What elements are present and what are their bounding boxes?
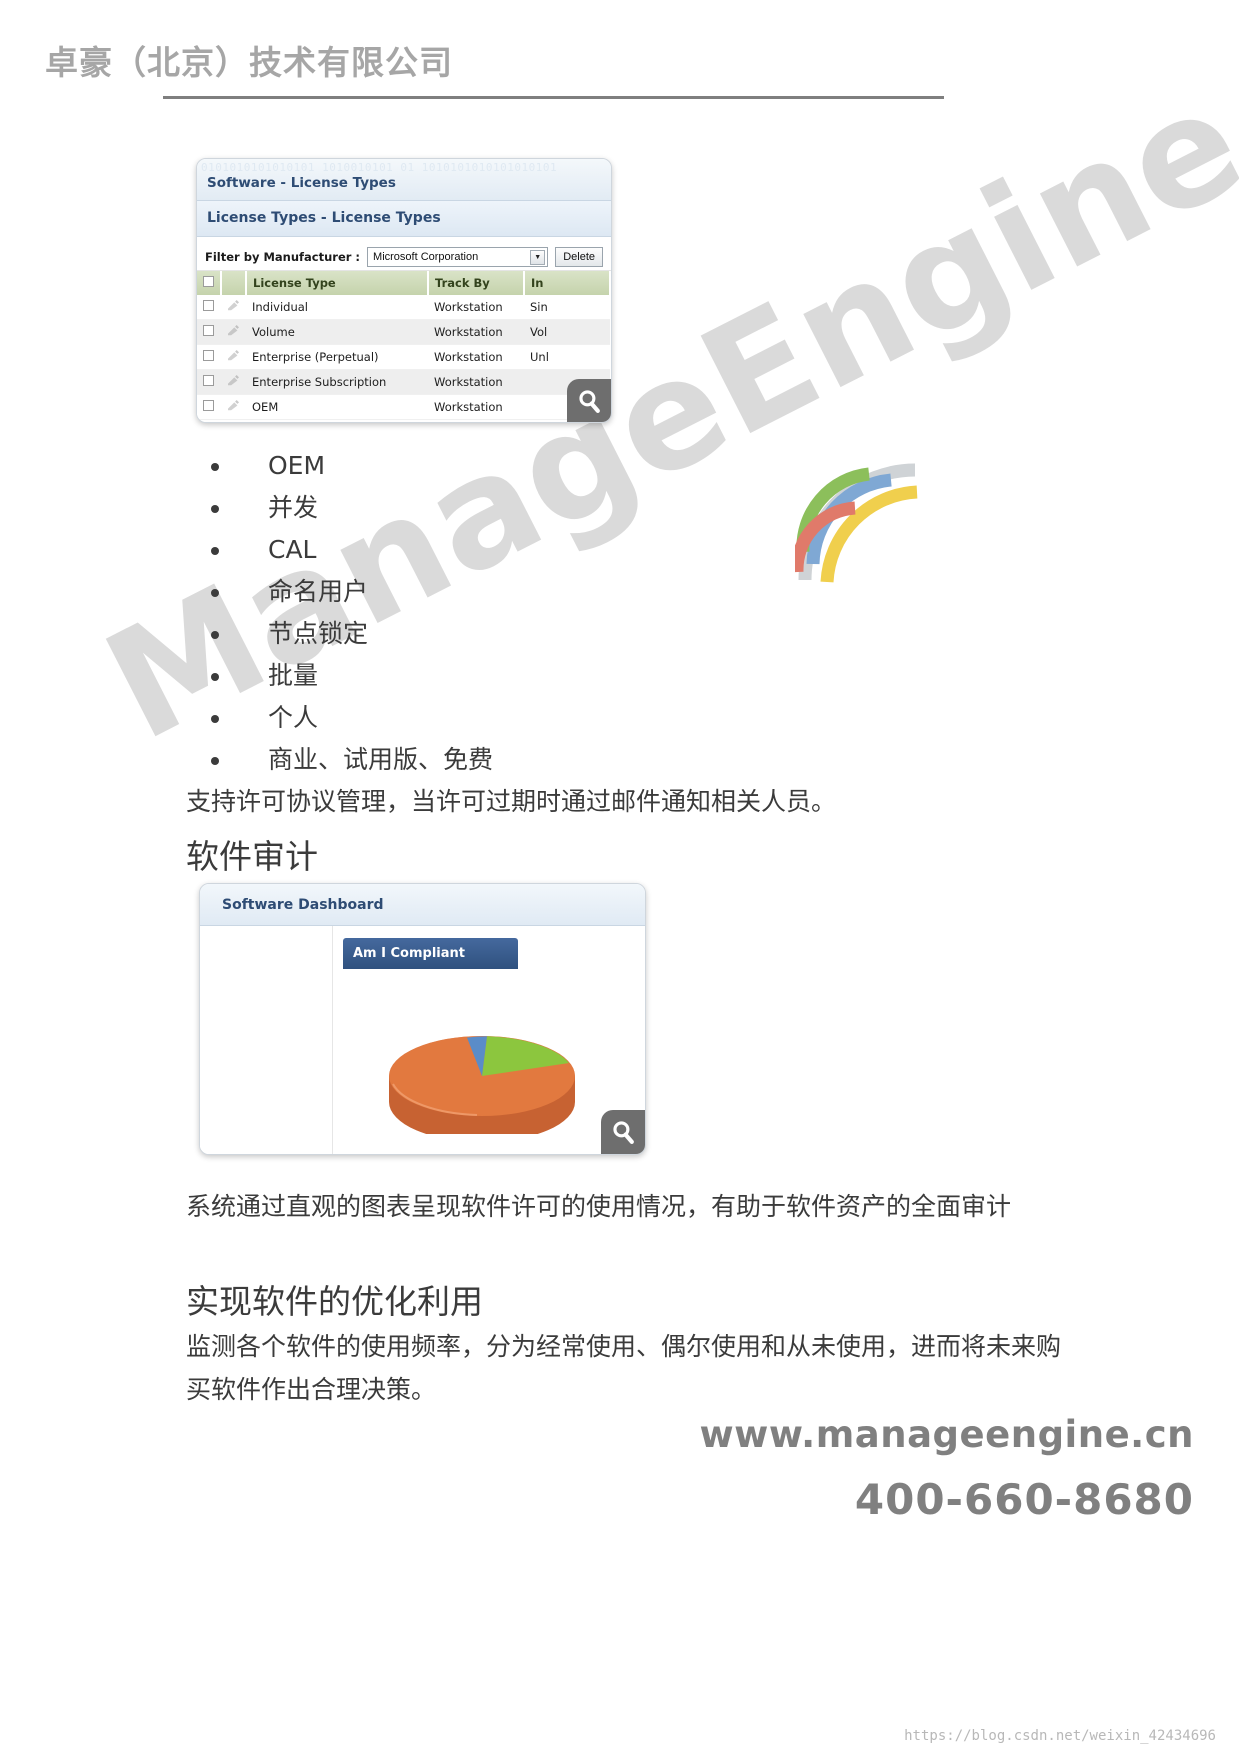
cell-license-type: Individual xyxy=(246,295,428,320)
compliance-pie-chart xyxy=(357,984,607,1142)
footer-phone: 400-660-8680 xyxy=(854,1475,1194,1524)
row-checkbox-cell[interactable] xyxy=(197,394,221,420)
list-item: CAL xyxy=(196,529,896,571)
chevron-down-icon[interactable]: ▼ xyxy=(530,249,546,265)
table-row[interactable]: Enterprise Subscription Workstation xyxy=(197,369,610,395)
list-item: 批量 xyxy=(196,655,896,697)
manufacturer-select[interactable]: Microsoft Corporation ▼ xyxy=(367,247,549,267)
cell-track-by: Workstation xyxy=(428,394,524,420)
license-note-paragraph: 支持许可协议管理，当许可过期时通过邮件通知相关人员。 xyxy=(186,787,837,816)
row-edit-cell[interactable] xyxy=(221,319,246,345)
filter-label: Filter by Manufacturer : xyxy=(205,250,361,264)
footer-website: www.manageengine.cn xyxy=(699,1413,1194,1456)
edit-pencil-icon[interactable] xyxy=(227,350,240,361)
dashboard-body: Am I Compliant xyxy=(200,926,645,1154)
license-types-tbody: Individual Workstation Sin Volume Workst… xyxy=(197,295,610,420)
edit-column-header xyxy=(221,271,247,295)
edit-pencil-icon[interactable] xyxy=(227,300,240,311)
row-checkbox[interactable] xyxy=(203,350,214,361)
license-breadcrumb: License Types - License Types xyxy=(207,210,441,226)
edit-pencil-icon[interactable] xyxy=(227,400,240,411)
license-types-bullet-list: OEM 并发 CAL 命名用户 节点锁定 批量 个人 商业、试用版、免费 xyxy=(196,445,896,781)
license-body: Filter by Manufacturer : Microsoft Corpo… xyxy=(197,237,611,422)
zoom-overlay-button[interactable] xyxy=(601,1110,645,1154)
list-item: 个人 xyxy=(196,697,896,739)
col-license-type[interactable]: License Type xyxy=(246,271,429,295)
select-all-checkbox[interactable] xyxy=(203,276,214,287)
license-breadcrumb-bar: License Types - License Types xyxy=(197,201,611,237)
row-checkbox[interactable] xyxy=(203,300,214,311)
list-item: 节点锁定 xyxy=(196,613,896,655)
row-checkbox[interactable] xyxy=(203,325,214,336)
col-info[interactable]: In xyxy=(524,271,611,295)
search-icon xyxy=(578,389,600,413)
row-checkbox[interactable] xyxy=(203,375,214,386)
license-types-table: License Type Track By In Individual Work… xyxy=(197,271,611,420)
row-checkbox-cell[interactable] xyxy=(197,369,221,395)
cell-track-by: Workstation xyxy=(428,369,524,395)
cell-track-by: Workstation xyxy=(428,295,524,320)
row-edit-cell[interactable] xyxy=(221,295,246,320)
dashboard-right-panel: Am I Compliant xyxy=(333,926,645,1154)
row-edit-cell[interactable] xyxy=(221,344,246,370)
tab-am-i-compliant[interactable]: Am I Compliant xyxy=(343,938,518,969)
table-row[interactable]: Volume Workstation Vol xyxy=(197,319,610,345)
edit-pencil-icon[interactable] xyxy=(227,375,240,386)
cell-info: Vol xyxy=(524,319,610,345)
row-checkbox-cell[interactable] xyxy=(197,319,221,345)
cell-license-type: Enterprise Subscription xyxy=(246,369,428,395)
cell-license-type: OEM xyxy=(246,394,428,420)
table-row[interactable]: Enterprise (Perpetual) Workstation Unl xyxy=(197,344,610,370)
dashboard-title: Software Dashboard xyxy=(222,897,384,913)
list-item: 商业、试用版、免费 xyxy=(196,739,896,781)
zoom-overlay-button[interactable] xyxy=(567,379,611,422)
row-edit-cell[interactable] xyxy=(221,394,246,420)
audit-body-paragraph: 系统通过直观的图表呈现软件许可的使用情况，有助于软件资产的全面审计 xyxy=(186,1192,1012,1221)
manufacturer-value: Microsoft Corporation xyxy=(373,251,479,263)
cell-track-by: Workstation xyxy=(428,319,524,345)
cell-info: Unl xyxy=(524,344,610,370)
search-icon xyxy=(612,1120,634,1144)
table-row[interactable]: Individual Workstation Sin xyxy=(197,295,610,320)
license-types-screenshot: 0101010101010101 1010010101 01 101010101… xyxy=(196,158,612,423)
list-item: 并发 xyxy=(196,487,896,529)
document-content: 0101010101010101 1010010101 01 101010101… xyxy=(0,0,1239,1754)
table-row[interactable]: OEM Workstation xyxy=(197,394,610,420)
edit-pencil-icon[interactable] xyxy=(227,325,240,336)
dashboard-titlebar: Software Dashboard xyxy=(200,884,645,926)
cell-track-by: Workstation xyxy=(428,344,524,370)
software-dashboard-screenshot: Software Dashboard Am I Compliant xyxy=(199,883,646,1155)
license-app-title: Software - License Types xyxy=(207,175,396,191)
cell-info: Sin xyxy=(524,295,610,320)
cell-license-type: Volume xyxy=(246,319,428,345)
row-edit-cell[interactable] xyxy=(221,369,246,395)
cell-license-type: Enterprise (Perpetual) xyxy=(246,344,428,370)
row-checkbox-cell[interactable] xyxy=(197,295,221,320)
col-track-by[interactable]: Track By xyxy=(428,271,525,295)
optimize-body-paragraph: 监测各个软件的使用频率，分为经常使用、偶尔使用和从未使用，进而将未来购买软件作出… xyxy=(186,1332,1062,1404)
delete-button[interactable]: Delete xyxy=(555,247,603,267)
filter-row: Filter by Manufacturer : Microsoft Corpo… xyxy=(197,237,611,271)
row-checkbox-cell[interactable] xyxy=(197,344,221,370)
list-item: OEM xyxy=(196,445,896,487)
dashboard-left-panel xyxy=(200,926,333,1154)
row-checkbox[interactable] xyxy=(203,400,214,411)
license-titlebar: 0101010101010101 1010010101 01 101010101… xyxy=(197,159,611,201)
section-heading-optimize: 实现软件的优化利用 xyxy=(186,1282,483,1321)
pie-chart-svg xyxy=(389,1036,575,1142)
select-all-header[interactable] xyxy=(197,271,222,295)
table-header-row: License Type Track By In xyxy=(197,271,611,295)
section-heading-audit: 软件审计 xyxy=(186,837,318,876)
list-item: 命名用户 xyxy=(196,571,896,613)
footer-blog-url: https://blog.csdn.net/weixin_42434696 xyxy=(904,1728,1216,1744)
